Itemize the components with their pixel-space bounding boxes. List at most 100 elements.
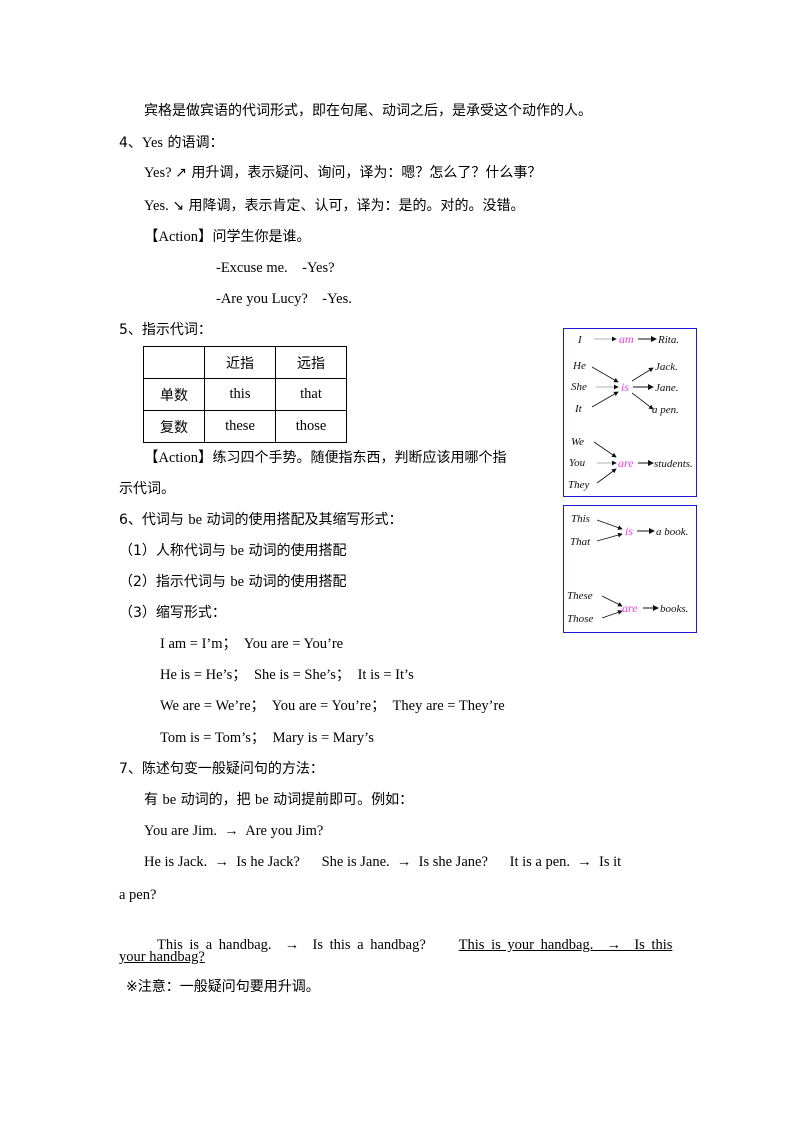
table-cell: this	[204, 378, 276, 411]
paragraph-object-case: 宾格是做宾语的代词形式，即在句尾、动词之后，是承受这个动作的人。	[144, 103, 592, 119]
subsection-part: 动词的使用搭配	[244, 574, 347, 590]
action-text: 问学生你是谁。	[212, 229, 311, 245]
arrow	[631, 367, 654, 382]
action-2-continued: 示代词。	[119, 481, 175, 497]
object-jack: Jack.	[655, 361, 678, 373]
object-students: students.	[654, 458, 693, 470]
subject-these: These	[567, 590, 593, 602]
personal-pronoun-be-diagram: I am Rita. He She It is Jack. Jane. a pe…	[563, 328, 697, 497]
falling-arrow-icon: ↘	[172, 198, 185, 214]
subsection-part: 动词的使用搭配	[244, 543, 347, 559]
contraction-line-3: We are = We’re； You are = You’re； They a…	[160, 698, 505, 714]
subsection-6-3: （3）缩写形式：	[119, 605, 226, 621]
rising-explanation: 用升调，表示疑问、询问，译为：嗯？怎么了？什么事？	[186, 165, 542, 181]
be-keyword: be	[230, 574, 245, 590]
section-number: 4、	[119, 135, 142, 151]
subject-that: That	[570, 536, 591, 548]
table-cell: that	[275, 378, 347, 411]
verb-is: is	[625, 524, 633, 538]
dialog-line-1: -Excuse me. -Yes?	[216, 260, 335, 276]
subject-it: It	[574, 403, 583, 415]
subject-they: They	[568, 479, 590, 491]
arrow	[591, 391, 619, 408]
be-keyword: be	[162, 792, 177, 808]
example-1: You are Jim. → Are you Jim?	[144, 823, 324, 839]
table-header-row: 近指 远指	[143, 346, 347, 379]
heading-part: 6、代词与	[119, 512, 189, 528]
subject-I: I	[577, 334, 583, 346]
verb-are: are	[622, 601, 638, 615]
example-3-underlined: This is your handbag. → Is this	[458, 937, 673, 953]
be-keyword: be	[230, 543, 245, 559]
dialog-line-2: -Are you Lucy? -Yes.	[216, 291, 352, 307]
contraction-line-4: Tom is = Tom’s； Mary is = Mary’s	[160, 730, 374, 746]
example-3-continued: your handbag?	[119, 949, 205, 965]
table-header-far: 远指	[275, 346, 347, 379]
arrow	[591, 366, 619, 383]
subject-you: You	[569, 457, 586, 469]
subsection-part: （2）指示代词与	[119, 574, 231, 590]
rule-part: 有	[144, 792, 163, 808]
object-books: books.	[660, 603, 688, 615]
example-3: This is a handbag. → Is this a handbag? …	[144, 915, 672, 955]
yes-statement: Yes.	[144, 198, 173, 214]
subject-this: This	[571, 513, 590, 525]
table-row-label: 复数	[143, 410, 205, 443]
action-text: 练习四个手势。随便指东西，判断应该用哪个指	[212, 450, 507, 466]
section-7-rule: 有 be 动词的，把 be 动词提前即可。例如：	[144, 790, 413, 810]
table-header-near: 近指	[204, 346, 276, 379]
subject-he: He	[572, 360, 586, 372]
yes-question: Yes?	[144, 165, 176, 181]
object-a-book: a book.	[656, 526, 688, 538]
section-5-heading: 5、指示代词：	[119, 322, 212, 338]
rising-arrow-icon: ↗	[175, 165, 187, 181]
falling-explanation: 用降调，表示肯定、认可，译为：是的。对的。没错。	[184, 198, 525, 214]
object-rita: Rita.	[657, 334, 679, 346]
subject-those: Those	[567, 613, 593, 625]
table-cell	[143, 346, 205, 379]
section-title: 的语调：	[163, 135, 224, 151]
example-2-continued: a pen?	[119, 887, 157, 903]
subsection-6-2: （2）指示代词与 be 动词的使用搭配	[119, 572, 347, 592]
yes-falling-line: Yes. ↘ 用降调，表示肯定、认可，译为：是的。对的。没错。	[144, 196, 525, 216]
subsection-6-1: （1）人称代词与 be 动词的使用搭配	[119, 541, 347, 561]
verb-am: am	[619, 332, 634, 346]
table-row: 单数 this that	[143, 378, 347, 411]
be-keyword: be	[255, 792, 269, 808]
section-7-heading: 7、陈述句变一般疑问句的方法：	[119, 761, 324, 777]
subsection-part: （1）人称代词与	[119, 543, 231, 559]
arrow	[596, 532, 623, 542]
arrow	[631, 392, 654, 410]
arrow	[601, 595, 623, 607]
example-2: He is Jack. → Is he Jack? She is Jane. →…	[144, 854, 622, 870]
section-keyword: Yes	[141, 135, 164, 151]
subject-she: She	[571, 381, 587, 393]
arrow	[596, 519, 623, 530]
action-2: 【Action】练习四个手势。随便指东西，判断应该用哪个指	[144, 448, 506, 468]
demonstrative-pronoun-table: 近指 远指 单数 this that 复数 these those	[143, 346, 347, 443]
arrow	[601, 610, 623, 619]
rule-part: 动词的，把	[176, 792, 256, 808]
table-cell: those	[275, 410, 347, 443]
action-1: 【Action】问学生你是谁。	[144, 227, 310, 247]
object-jane: Jane.	[655, 382, 679, 394]
arrow	[593, 441, 617, 458]
action-tag: 【Action】	[144, 450, 213, 466]
rule-part: 动词提前即可。例如：	[268, 792, 414, 808]
table-cell: these	[204, 410, 276, 443]
object-a-pen: a pen.	[652, 404, 679, 416]
note-rising-tone: ※注意：一般疑问句要用升调。	[126, 979, 320, 995]
yes-rising-line: Yes? ↗ 用升调，表示疑问、询问，译为：嗯？怎么了？什么事？	[144, 163, 541, 183]
section-6-heading: 6、代词与 be 动词的使用搭配及其缩写形式：	[119, 510, 403, 530]
verb-is: is	[621, 380, 629, 394]
heading-part: 动词的使用搭配及其缩写形式：	[202, 512, 403, 528]
table-row-label: 单数	[143, 378, 205, 411]
be-keyword: be	[188, 512, 203, 528]
table-row: 复数 these those	[143, 410, 347, 443]
demonstrative-be-diagram: This That is a book. These Those are boo…	[563, 505, 697, 633]
arrow	[596, 468, 617, 484]
verb-are: are	[618, 456, 634, 470]
contraction-line-2: He is = He’s； She is = She’s； It is = It…	[160, 667, 414, 683]
subject-we: We	[571, 436, 584, 448]
contraction-line-1: I am = I’m； You are = You’re	[160, 636, 344, 652]
